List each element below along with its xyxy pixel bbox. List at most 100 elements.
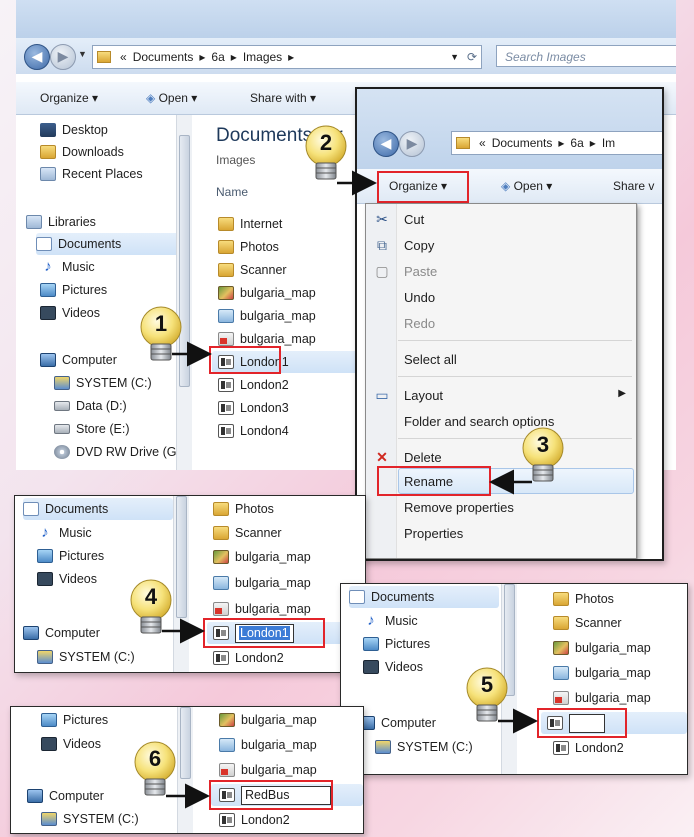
nav-recent-places[interactable]: Recent Places bbox=[40, 163, 143, 185]
file-row[interactable]: Photos bbox=[553, 588, 614, 610]
refresh-icon[interactable]: ⟳ bbox=[467, 50, 477, 64]
breadcrumb-documents[interactable]: Documents bbox=[133, 50, 194, 64]
breadcrumb-images[interactable]: Images bbox=[243, 50, 282, 64]
nav-music[interactable]: ♪ Music bbox=[363, 610, 417, 632]
nav-pictures[interactable]: Pictures bbox=[363, 633, 430, 655]
recent-pages-dropdown[interactable]: ▼ bbox=[78, 49, 87, 59]
scrollbar-thumb[interactable] bbox=[180, 707, 191, 779]
menu-item-layout[interactable]: Layout bbox=[404, 388, 443, 403]
file-row[interactable]: bulgaria_map bbox=[553, 662, 651, 684]
nav-documents[interactable]: Documents bbox=[23, 498, 173, 520]
forward-button[interactable]: ▶ bbox=[50, 44, 76, 70]
nav-videos[interactable]: Videos bbox=[41, 733, 101, 755]
menu-item-cut[interactable]: Cut bbox=[404, 212, 424, 227]
file-row[interactable]: bulgaria_map bbox=[213, 546, 311, 568]
menu-item-copy[interactable]: Copy bbox=[404, 238, 434, 253]
nav-videos[interactable]: Videos bbox=[37, 568, 97, 590]
name-column-header[interactable]: Name bbox=[216, 185, 248, 199]
address-bar[interactable]: « Documents ▸ 6a ▸ Images ▸ ▼ ⟳ bbox=[92, 45, 482, 69]
scrollbar-thumb[interactable] bbox=[179, 135, 190, 387]
breadcrumb-overflow[interactable]: « bbox=[479, 136, 486, 150]
file-row[interactable]: bulgaria_map bbox=[213, 598, 311, 620]
file-row[interactable]: Scanner bbox=[218, 259, 287, 281]
forward-button[interactable]: ▶ bbox=[399, 131, 425, 157]
address-dropdown-icon[interactable]: ▼ bbox=[450, 52, 459, 62]
file-row[interactable]: London2 bbox=[218, 374, 289, 396]
breadcrumb-6a[interactable]: 6a bbox=[570, 136, 583, 150]
open-button[interactable]: ◈ Open ▾ bbox=[501, 179, 552, 193]
file-row[interactable]: bulgaria_map bbox=[219, 759, 317, 781]
nav-drive-g[interactable]: DVD RW Drive (G bbox=[54, 441, 176, 463]
nav-pictures[interactable]: Pictures bbox=[40, 279, 107, 301]
image-file-icon bbox=[218, 309, 234, 323]
nav-music[interactable]: ♪ Music bbox=[37, 522, 91, 544]
nav-scrollbar[interactable] bbox=[176, 115, 192, 470]
menu-item-undo[interactable]: Undo bbox=[404, 290, 435, 305]
nav-drive-e[interactable]: Store (E:) bbox=[54, 418, 130, 440]
nav-pictures[interactable]: Pictures bbox=[37, 545, 104, 567]
search-input[interactable]: Search Images bbox=[496, 45, 676, 67]
share-with-button[interactable]: Share with ▾ bbox=[250, 91, 316, 105]
file-row[interactable]: Photos bbox=[218, 236, 279, 258]
nav-computer[interactable]: Computer bbox=[27, 785, 104, 807]
nav-drive-c[interactable]: SYSTEM (C:) bbox=[375, 736, 473, 758]
file-row[interactable]: London2 bbox=[213, 647, 284, 669]
organize-button[interactable]: Organize ▾ bbox=[40, 91, 98, 105]
file-row[interactable]: bulgaria_map bbox=[553, 687, 651, 709]
nav-music[interactable]: ♪ Music bbox=[40, 256, 94, 278]
file-row[interactable]: bulgaria_map bbox=[218, 282, 316, 304]
nav-scrollbar[interactable] bbox=[501, 584, 517, 774]
menu-item-paste[interactable]: Paste bbox=[404, 264, 437, 279]
file-row[interactable]: bulgaria_map bbox=[218, 305, 316, 327]
nav-desktop[interactable]: Desktop bbox=[40, 119, 108, 141]
file-row[interactable]: bulgaria_map bbox=[213, 572, 311, 594]
file-row[interactable]: bulgaria_map bbox=[219, 709, 317, 731]
scrollbar-thumb[interactable] bbox=[176, 496, 187, 618]
breadcrumb-images[interactable]: Im bbox=[602, 136, 615, 150]
nav-computer[interactable]: Computer bbox=[23, 622, 100, 644]
menu-item-properties[interactable]: Properties bbox=[404, 526, 463, 541]
menu-item-delete[interactable]: Delete bbox=[404, 450, 442, 465]
file-row[interactable]: Photos bbox=[213, 498, 274, 520]
file-row[interactable]: London4 bbox=[218, 420, 289, 442]
menu-item-folder-options[interactable]: Folder and search options bbox=[404, 414, 554, 429]
file-row[interactable]: London2 bbox=[553, 737, 624, 759]
scrollbar-thumb[interactable] bbox=[504, 584, 515, 696]
back-button[interactable]: ◀ bbox=[373, 131, 399, 157]
open-button[interactable]: ◈ Open ▾ bbox=[146, 91, 197, 105]
nav-computer[interactable]: Computer bbox=[40, 349, 117, 371]
file-row[interactable]: London2 bbox=[219, 809, 290, 831]
file-row[interactable]: Scanner bbox=[553, 612, 622, 634]
nav-libraries[interactable]: Libraries bbox=[26, 211, 96, 233]
nav-pictures[interactable]: Pictures bbox=[41, 709, 108, 731]
highlight-rename bbox=[377, 466, 491, 496]
breadcrumb-6a[interactable]: 6a bbox=[211, 50, 224, 64]
nav-videos[interactable]: Videos bbox=[363, 656, 423, 678]
file-name: London3 bbox=[240, 401, 289, 415]
menu-item-redo[interactable]: Redo bbox=[404, 316, 435, 331]
file-row[interactable]: Scanner bbox=[213, 522, 282, 544]
nav-scrollbar[interactable] bbox=[177, 707, 193, 833]
address-bar[interactable]: « Documents ▸ 6a ▸ Im bbox=[451, 131, 662, 155]
nav-scrollbar[interactable] bbox=[173, 496, 189, 672]
breadcrumb-documents[interactable]: Documents bbox=[492, 136, 553, 150]
nav-drive-c[interactable]: SYSTEM (C:) bbox=[37, 646, 135, 668]
nav-downloads[interactable]: Downloads bbox=[40, 141, 124, 163]
menu-item-select-all[interactable]: Select all bbox=[404, 352, 457, 367]
back-button[interactable]: ◀ bbox=[24, 44, 50, 70]
nav-drive-c[interactable]: SYSTEM (C:) bbox=[54, 372, 152, 394]
nav-computer[interactable]: Computer bbox=[359, 712, 436, 734]
step-number-4: 4 bbox=[144, 584, 158, 609]
breadcrumb-overflow[interactable]: « bbox=[120, 50, 127, 64]
nav-documents[interactable]: Documents bbox=[36, 233, 186, 255]
file-row[interactable]: bulgaria_map bbox=[553, 637, 651, 659]
file-row[interactable]: Internet bbox=[218, 213, 282, 235]
nav-documents[interactable]: Documents bbox=[349, 586, 499, 608]
menu-item-remove-properties[interactable]: Remove properties bbox=[404, 500, 514, 515]
nav-drive-d[interactable]: Data (D:) bbox=[54, 395, 127, 417]
file-row[interactable]: London3 bbox=[218, 397, 289, 419]
nav-drive-c[interactable]: SYSTEM (C:) bbox=[41, 808, 139, 830]
share-with-button[interactable]: Share v bbox=[613, 179, 654, 193]
file-row[interactable]: bulgaria_map bbox=[219, 734, 317, 756]
nav-videos[interactable]: Videos bbox=[40, 302, 100, 324]
